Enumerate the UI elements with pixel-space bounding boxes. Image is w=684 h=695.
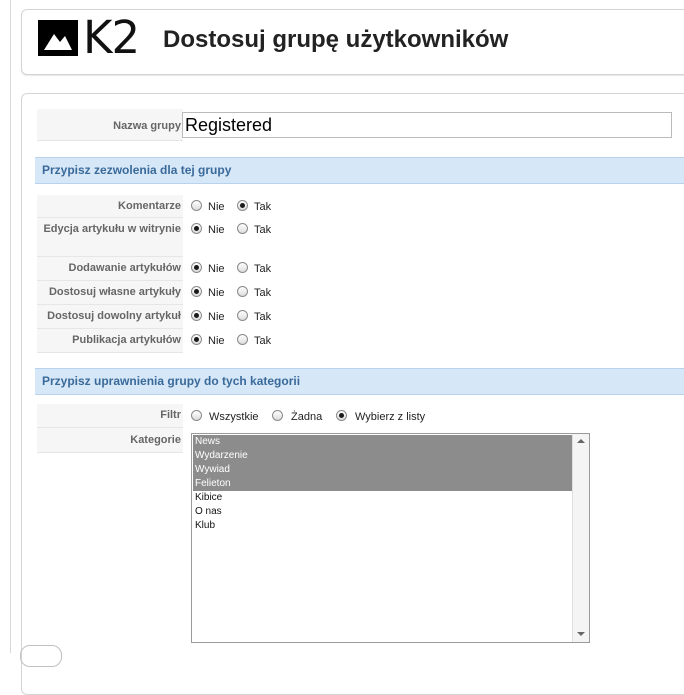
permission-radio-yes[interactable]: [237, 334, 248, 345]
scroll-down-icon[interactable]: [577, 632, 585, 636]
category-option[interactable]: Kibice: [193, 491, 574, 505]
permission-label-cell: Komentarze: [37, 195, 183, 218]
scroll-up-icon[interactable]: [577, 439, 585, 443]
group-name-label-cell: Nazwa grupy: [37, 109, 183, 141]
left-divider: [10, 0, 11, 653]
k2-logo-text: K2: [83, 11, 140, 64]
permission-radio-label-no: Nie: [208, 263, 225, 275]
category-option[interactable]: Klub: [193, 519, 574, 533]
category-option[interactable]: O nas: [193, 505, 574, 519]
group-name-input[interactable]: [182, 112, 672, 138]
permission-radio-yes[interactable]: [237, 223, 248, 234]
permission-label-cell: Dostosuj dowolny artykuł: [37, 305, 183, 329]
permission-label: Edycja artykułu w witrynie: [43, 223, 181, 235]
permission-label-cell: Edycja artykułu w witrynie: [37, 218, 183, 257]
permission-label-cell: Dodawanie artykułów: [37, 257, 183, 281]
permission-radio-label-yes: Tak: [254, 311, 272, 323]
permission-radio-yes[interactable]: [237, 262, 248, 273]
permission-radio-yes[interactable]: [237, 200, 248, 211]
category-option[interactable]: Wydarzenie: [193, 449, 574, 463]
permissions-section-header: Przypisz zezwolenia dla tej grupy: [35, 157, 684, 184]
categories-label: Kategorie: [130, 434, 181, 446]
permission-radio-no[interactable]: [191, 334, 202, 345]
categories-section-title: Przypisz uprawnienia grupy do tych kateg…: [42, 374, 301, 388]
permission-label-cell: Dostosuj własne artykuły: [37, 281, 183, 305]
categories-section-header: Przypisz uprawnienia grupy do tych kateg…: [35, 368, 684, 395]
category-option[interactable]: Felieton: [193, 477, 574, 491]
permission-radio-yes[interactable]: [237, 310, 248, 321]
permission-radio-no[interactable]: [191, 200, 202, 211]
filter-radio[interactable]: [272, 410, 283, 421]
permission-radio-no[interactable]: [191, 286, 202, 297]
filter-radio-label: Wybierz z listy: [355, 411, 426, 423]
permission-radio-label-no: Nie: [208, 335, 225, 347]
permission-label: Publikacja artykułów: [72, 334, 181, 346]
group-name-label: Nazwa grupy: [113, 120, 181, 132]
permission-radio-no[interactable]: [191, 310, 202, 321]
permission-radio-label-no: Nie: [208, 287, 225, 299]
permission-radio-label-yes: Tak: [254, 287, 272, 299]
partial-element-cutoff: [20, 645, 62, 667]
permissions-section-title: Przypisz zezwolenia dla tej grupy: [42, 163, 232, 177]
permission-radio-label-yes: Tak: [254, 201, 272, 213]
page-header: K2 Dostosuj grupę użytkowników: [21, 9, 684, 75]
filter-radio[interactable]: [336, 410, 347, 421]
listbox-scrollbar[interactable]: [572, 434, 589, 642]
filter-radio-label: Wszystkie: [209, 411, 259, 423]
permission-label: Dostosuj własne artykuły: [48, 286, 181, 298]
permission-radio-label-no: Nie: [208, 201, 225, 213]
permission-radio-yes[interactable]: [237, 286, 248, 297]
permission-radio-label-yes: Tak: [254, 263, 272, 275]
category-option[interactable]: News: [193, 435, 574, 449]
permission-label: Dodawanie artykułów: [68, 262, 181, 274]
filter-radio-label: Żadna: [291, 411, 323, 423]
filter-label: Filtr: [160, 409, 181, 421]
permission-label: Komentarze: [118, 200, 181, 212]
permission-radio-label-no: Nie: [208, 311, 225, 323]
filter-label-cell: Filtr: [37, 404, 183, 428]
filter-radio[interactable]: [191, 410, 202, 421]
category-option[interactable]: Wywiad: [193, 463, 574, 477]
permission-radio-label-yes: Tak: [254, 335, 272, 347]
categories-listbox[interactable]: News Wydarzenie Wywiad Felieton Kibice O nas K…: [191, 433, 590, 643]
permission-radio-label-yes: Tak: [254, 224, 272, 236]
permission-radio-label-no: Nie: [208, 224, 225, 236]
permission-radio-no[interactable]: [191, 262, 202, 273]
permission-label-cell: Publikacja artykułów: [37, 329, 183, 353]
page-title: Dostosuj grupę użytkowników: [163, 26, 509, 53]
permission-label: Dostosuj dowolny artykuł: [47, 310, 181, 322]
permission-radio-no[interactable]: [191, 223, 202, 234]
k2-logo-icon: [38, 20, 78, 56]
categories-label-cell: Kategorie: [37, 428, 183, 453]
